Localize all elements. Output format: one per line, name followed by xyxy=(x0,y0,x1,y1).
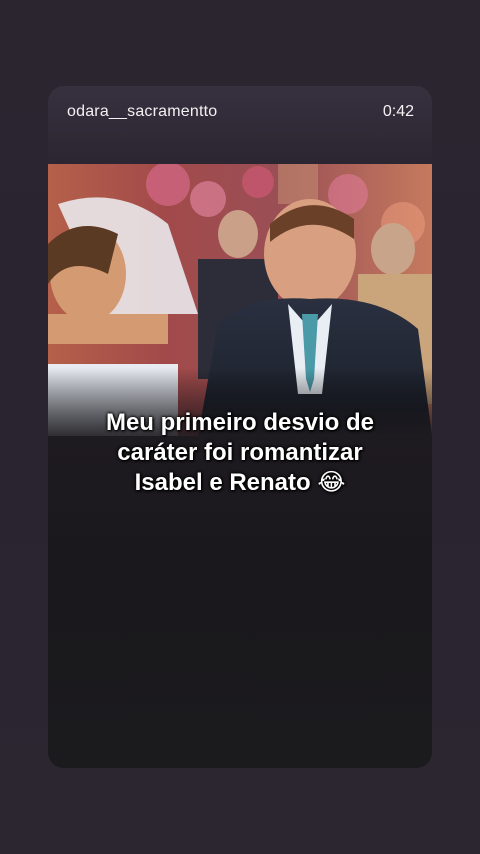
caption-line: Isabel e Renato 😂 xyxy=(134,469,346,496)
video-frame[interactable] xyxy=(48,164,432,436)
username[interactable]: odara__sacramentto xyxy=(67,103,217,121)
video-duration: 0:42 xyxy=(382,103,414,120)
story-header: odara__sacramentto 0:42 xyxy=(48,86,432,138)
caption-text: Meu primeiro desvio de caráter foi roman… xyxy=(48,408,432,498)
story-card[interactable]: odara__sacramentto 0:42 Meu primeiro des… xyxy=(48,86,432,768)
wedding-scene-image xyxy=(48,164,432,436)
caption-line: Meu primeiro desvio de xyxy=(105,409,375,436)
caption-line: caráter foi romantizar xyxy=(117,439,363,466)
